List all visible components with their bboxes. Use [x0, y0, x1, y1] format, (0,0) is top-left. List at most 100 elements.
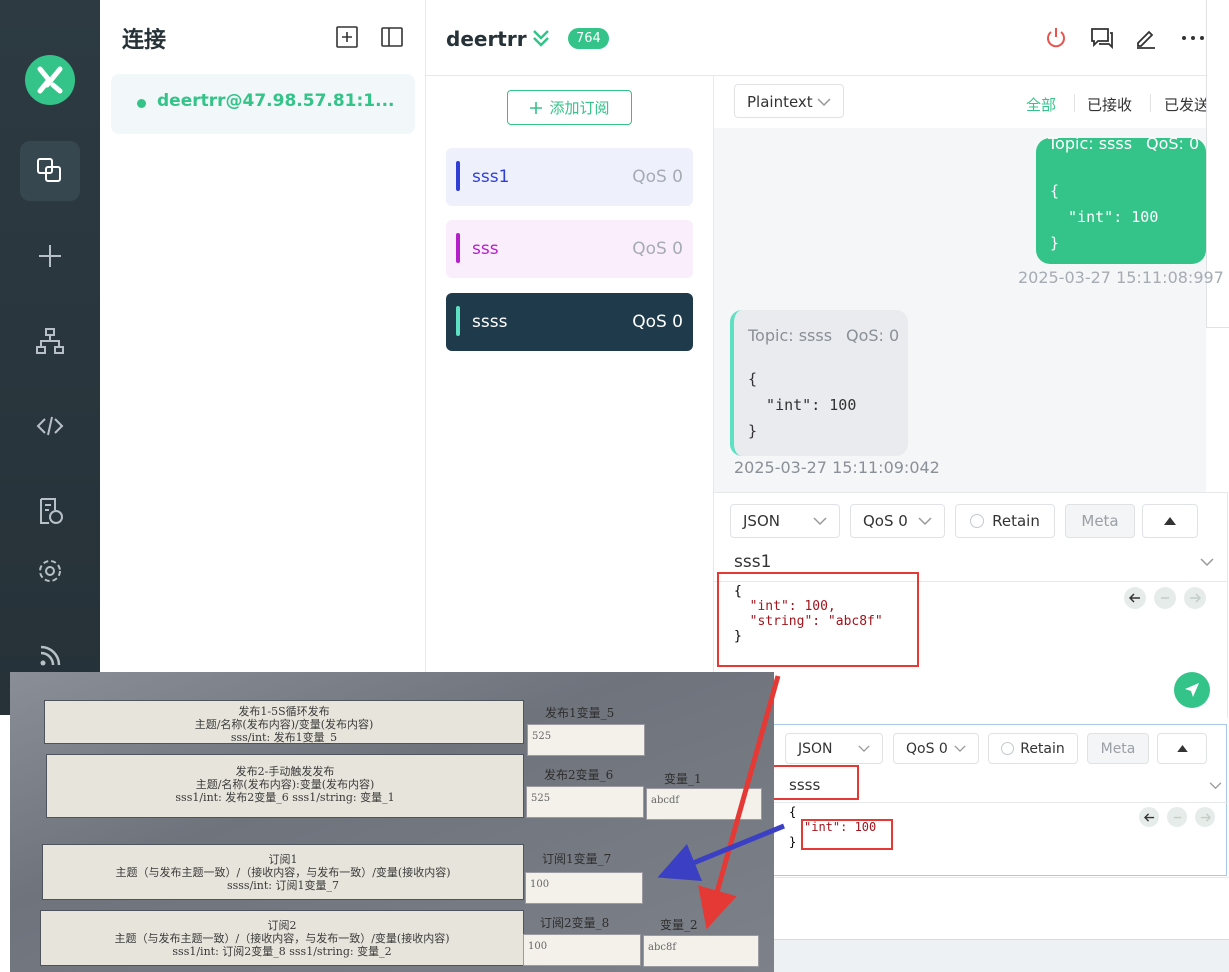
- topology-icon[interactable]: [20, 311, 80, 371]
- field-label: 订阅1变量_7: [542, 852, 612, 866]
- payload-format-value: Plaintext: [747, 93, 813, 111]
- message-payload: { "int": 100}: [1050, 182, 1159, 252]
- publish-qos-value: QoS 0: [906, 740, 948, 757]
- filter-sent-tab[interactable]: 已发送: [1164, 94, 1206, 115]
- subscription-topic: sss: [472, 239, 499, 259]
- field-value: 525: [527, 724, 645, 756]
- more-options-icon[interactable]: [1181, 26, 1205, 54]
- minus-icon[interactable]: [1154, 587, 1176, 609]
- message-qos: QoS: 0: [1146, 134, 1200, 153]
- arrow-left-icon[interactable]: [1139, 807, 1159, 827]
- chevron-down-icon: [954, 745, 966, 752]
- publish-format-select[interactable]: JSON: [785, 733, 883, 764]
- plus-icon: [530, 101, 543, 114]
- publish-panel-inset: JSON QoS 0 Retain Meta ssss {"int": 100}: [770, 724, 1228, 876]
- publish-format-value: JSON: [743, 512, 780, 530]
- subscription-qos: QoS 0: [632, 312, 683, 332]
- publish-qos-select[interactable]: QoS 0: [893, 733, 979, 764]
- connection-header: deertrr 764: [426, 0, 1206, 76]
- divider: [1074, 94, 1075, 112]
- script-icon[interactable]: [20, 396, 80, 456]
- collapse-button[interactable]: [1157, 733, 1207, 764]
- field-value: 100: [525, 872, 643, 904]
- publish-payload-editor[interactable]: { "int": 100, "string": "abc8f"}: [734, 584, 883, 644]
- edit-pencil-icon[interactable]: [1134, 26, 1158, 54]
- field-label: 订阅2变量_8: [540, 916, 610, 930]
- chevron-down-icon[interactable]: [1209, 781, 1222, 790]
- connection-title: deertrr: [446, 27, 527, 51]
- publish-format-select[interactable]: JSON: [730, 504, 840, 538]
- arrow-right-icon[interactable]: [1184, 587, 1206, 609]
- taskbar-strip: [774, 939, 1229, 972]
- subscription-item[interactable]: sss QoS 0: [446, 220, 693, 278]
- message-topic: Topic: ssss: [748, 326, 833, 345]
- minus-icon[interactable]: [1167, 807, 1187, 827]
- field-label: 变量_1: [664, 772, 702, 786]
- new-connection-icon[interactable]: [20, 226, 80, 286]
- connection-item[interactable]: deertrr@47.98.57.81:1...: [111, 74, 415, 134]
- collapse-button[interactable]: [1142, 504, 1198, 538]
- send-paper-plane-icon: [1185, 683, 1199, 697]
- payload-format-select[interactable]: Plaintext: [734, 84, 844, 118]
- field-value: abc8f: [643, 935, 759, 967]
- toggle-panel-icon[interactable]: [381, 26, 403, 52]
- publish-payload-editor[interactable]: {"int": 100}: [789, 805, 876, 850]
- add-subscription-label: 添加订阅: [549, 99, 610, 117]
- subscription-item[interactable]: sss1 QoS 0: [446, 148, 693, 206]
- field-label: 变量_2: [660, 918, 698, 932]
- field-label: 发布1变量_5: [545, 706, 615, 720]
- power-disconnect-icon[interactable]: [1044, 26, 1068, 54]
- connections-icon[interactable]: [20, 141, 80, 201]
- arrow-right-icon[interactable]: [1195, 807, 1215, 827]
- subscription-topic: sss1: [472, 167, 510, 187]
- double-chevron-down-icon[interactable]: [530, 27, 552, 53]
- publish2-plate: 发布2-手动触发发布 主题/名称(发布内容):变量(发布内容) sss1/int: …: [46, 754, 524, 818]
- message-timestamp: 2025-03-27 15:11:09:042: [734, 458, 940, 477]
- send-button[interactable]: [1174, 672, 1210, 708]
- field-value: abcdf: [646, 788, 762, 820]
- subscriptions-panel: 添加订阅 sss1 QoS 0 sss QoS 0 ssss QoS 0: [426, 76, 714, 672]
- add-subscription-button[interactable]: 添加订阅: [507, 90, 632, 125]
- received-message-bubble: Topic: ssss QoS: 0 { "int": 100}: [730, 310, 908, 456]
- chevron-down-icon: [817, 98, 831, 107]
- message-timestamp: 2025-03-27 15:11:08:997: [1018, 268, 1224, 287]
- field-value: 100: [523, 934, 641, 966]
- subscription-color-bar: [456, 233, 460, 263]
- filter-all-tab[interactable]: 全部: [1026, 94, 1056, 115]
- connections-title: 连接: [122, 28, 167, 53]
- subscription-item-active[interactable]: ssss QoS 0: [446, 293, 693, 351]
- publish-qos-select[interactable]: QoS 0: [850, 504, 945, 538]
- radio-circle-icon: [1001, 742, 1015, 755]
- new-folder-icon[interactable]: [336, 26, 358, 52]
- publish-topic-input[interactable]: ssss: [789, 776, 820, 794]
- log-icon[interactable]: [20, 481, 80, 541]
- publish-qos-value: QoS 0: [863, 512, 908, 530]
- filter-received-tab[interactable]: 已接收: [1087, 94, 1132, 115]
- chevron-down-icon[interactable]: [1200, 557, 1214, 567]
- publish-format-value: JSON: [798, 740, 833, 757]
- subscription-color-bar: [456, 161, 460, 191]
- hmi-panel-photo: 发布1-5S循环发布 主题/名称(发布内容)/变量(发布内容) sss/int: 发…: [10, 672, 774, 972]
- connections-panel: 连接 deertrr@47.98.57.81:1...: [100, 0, 426, 672]
- meta-button[interactable]: Meta: [1065, 504, 1135, 538]
- left-nav-rail: [0, 0, 100, 715]
- publish-topic-input[interactable]: sss1: [734, 552, 771, 572]
- message-list: Topic: ssss QoS: 0 { "int": 100} 2025-03…: [714, 76, 1224, 492]
- chat-icon[interactable]: [1090, 26, 1114, 54]
- subscribe1-plate: 订阅1 主题（与发布主题一致）/（接收内容，与发布一致）/变量(接收内容) ssss…: [42, 844, 524, 900]
- chevron-down-icon: [858, 745, 870, 752]
- message-qos: QoS: 0: [846, 326, 900, 345]
- triangle-up-icon: [1164, 517, 1176, 525]
- mqttx-logo: [25, 55, 75, 105]
- settings-gear-icon[interactable]: [20, 541, 80, 601]
- publish-panel: JSON QoS 0 Retain Meta sss1 { "int": 100…: [714, 492, 1228, 718]
- retain-toggle[interactable]: Retain: [988, 733, 1078, 764]
- message-payload: { "int": 100}: [748, 370, 857, 440]
- retain-toggle[interactable]: Retain: [955, 504, 1055, 538]
- subscription-color-bar: [456, 306, 460, 336]
- message-count-badge: 764: [568, 28, 609, 49]
- chevron-down-icon: [813, 517, 827, 526]
- arrow-left-icon[interactable]: [1124, 587, 1146, 609]
- retain-label: Retain: [1020, 740, 1065, 757]
- meta-button[interactable]: Meta: [1087, 733, 1149, 764]
